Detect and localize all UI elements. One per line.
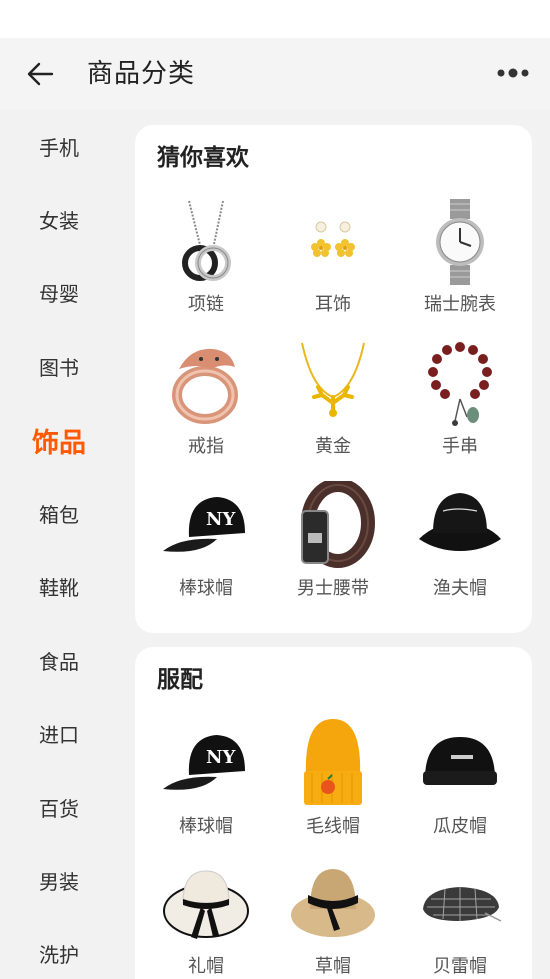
product-label: 毛线帽 <box>306 816 360 837</box>
product-beret[interactable]: 贝雷帽 <box>394 859 526 979</box>
product-label: 渔夫帽 <box>433 578 487 599</box>
watch-icon <box>436 199 484 285</box>
sidebar-item-label: 女装 <box>39 208 79 233</box>
bead-bracelet-icon <box>428 342 492 426</box>
sidebar-item-baby[interactable]: 母婴 <box>0 267 118 317</box>
sidebar-item-phone[interactable]: 手机 <box>0 121 118 171</box>
apparel-accessories-section: 服配 NY 棒球帽 毛线帽 瓜皮帽 礼帽 草帽 贝雷帽 <box>135 647 532 979</box>
back-button[interactable] <box>22 56 62 92</box>
sidebar-item-imported[interactable]: 进口 <box>0 708 118 758</box>
product-straw-hat[interactable]: 草帽 <box>267 859 399 979</box>
product-ring[interactable]: 戒指 <box>140 339 272 469</box>
page-title: 商品分类 <box>87 59 196 89</box>
straw-hat-icon <box>291 869 375 937</box>
product-earring[interactable]: 耳饰 <box>267 197 399 327</box>
product-label: 贝雷帽 <box>433 956 487 977</box>
product-label: 黄金 <box>315 436 351 457</box>
product-label: 瓜皮帽 <box>433 816 487 837</box>
product-label: 瑞士腕表 <box>424 294 496 315</box>
sun-hat-icon <box>163 870 249 939</box>
earring-icon <box>311 221 355 257</box>
product-label: 草帽 <box>315 956 351 977</box>
sidebar-item-womens-clothing[interactable]: 女装 <box>0 194 118 244</box>
sidebar-item-label: 箱包 <box>39 502 79 527</box>
header: 商品分类 <box>0 38 550 110</box>
product-swiss-watch[interactable]: 瑞士腕表 <box>394 197 526 327</box>
back-arrow-icon <box>27 62 54 86</box>
sidebar-item-personal-care[interactable]: 洗护 <box>0 928 118 978</box>
product-baseball-cap[interactable]: NY 棒球帽 <box>140 481 272 611</box>
sidebar-item-label: 手机 <box>39 135 79 160</box>
product-label: 耳饰 <box>315 294 351 315</box>
product-label: 棒球帽 <box>179 578 233 599</box>
product-label: 项链 <box>188 294 224 315</box>
section-title: 服配 <box>157 667 203 693</box>
product-beanie[interactable]: 毛线帽 <box>267 719 399 849</box>
ring-icon <box>172 348 238 424</box>
sidebar-item-label: 鞋靴 <box>39 575 79 600</box>
baseball-cap-icon: NY <box>163 497 245 552</box>
sidebar-item-label: 百货 <box>39 796 79 821</box>
sidebar-item-general-goods[interactable]: 百货 <box>0 782 118 832</box>
product-baseball-cap[interactable]: NY 棒球帽 <box>140 719 272 849</box>
sidebar-item-accessories[interactable]: 饰品 <box>0 415 118 465</box>
sidebar-item-label: 食品 <box>39 649 79 674</box>
skullcap-icon <box>423 737 497 785</box>
sidebar-item-label: 男装 <box>39 869 79 894</box>
product-bucket-hat[interactable]: 渔夫帽 <box>394 481 526 611</box>
svg-text:NY: NY <box>206 747 236 768</box>
more-button[interactable] <box>492 58 534 88</box>
product-skullcap[interactable]: 瓜皮帽 <box>394 719 526 849</box>
sidebar-item-label: 洗护 <box>39 942 79 967</box>
sidebar-item-label: 图书 <box>39 355 79 380</box>
gold-necklace-icon <box>301 342 365 417</box>
recommended-section: 猜你喜欢 项链 耳饰 瑞士腕表 戒指 黄金 手串 NY 棒球帽 男士腰带 渔夫帽 <box>135 125 532 633</box>
sidebar-item-food[interactable]: 食品 <box>0 635 118 685</box>
status-bar <box>0 0 550 38</box>
belt-icon <box>301 481 375 568</box>
svg-text:NY: NY <box>206 509 236 530</box>
product-bead-bracelet[interactable]: 手串 <box>394 339 526 469</box>
product-sun-hat[interactable]: 礼帽 <box>140 859 272 979</box>
more-dots-icon <box>497 68 529 78</box>
product-label: 男士腰带 <box>297 578 369 599</box>
bucket-hat-icon <box>419 493 501 551</box>
category-sidebar: 手机 女装 母婴 图书 饰品 箱包 鞋靴 食品 进口 百货 男装 洗护 <box>0 110 118 979</box>
section-title: 猜你喜欢 <box>157 145 249 171</box>
product-necklace[interactable]: 项链 <box>140 197 272 327</box>
sidebar-item-label: 进口 <box>39 722 79 747</box>
sidebar-item-label: 母婴 <box>39 281 79 306</box>
sidebar-item-mens-clothing[interactable]: 男装 <box>0 855 118 905</box>
sidebar-item-label: 饰品 <box>32 427 86 459</box>
product-label: 戒指 <box>188 436 224 457</box>
beanie-icon <box>304 719 362 805</box>
beret-icon <box>423 887 502 922</box>
product-gold[interactable]: 黄金 <box>267 339 399 469</box>
product-mens-belt[interactable]: 男士腰带 <box>267 481 399 611</box>
necklace-icon <box>182 200 231 281</box>
sidebar-item-shoes[interactable]: 鞋靴 <box>0 561 118 611</box>
product-label: 棒球帽 <box>179 816 233 837</box>
sidebar-item-bags[interactable]: 箱包 <box>0 488 118 538</box>
sidebar-item-books[interactable]: 图书 <box>0 341 118 391</box>
baseball-cap-icon: NY <box>163 735 245 790</box>
product-label: 手串 <box>442 436 478 457</box>
product-label: 礼帽 <box>188 956 224 977</box>
